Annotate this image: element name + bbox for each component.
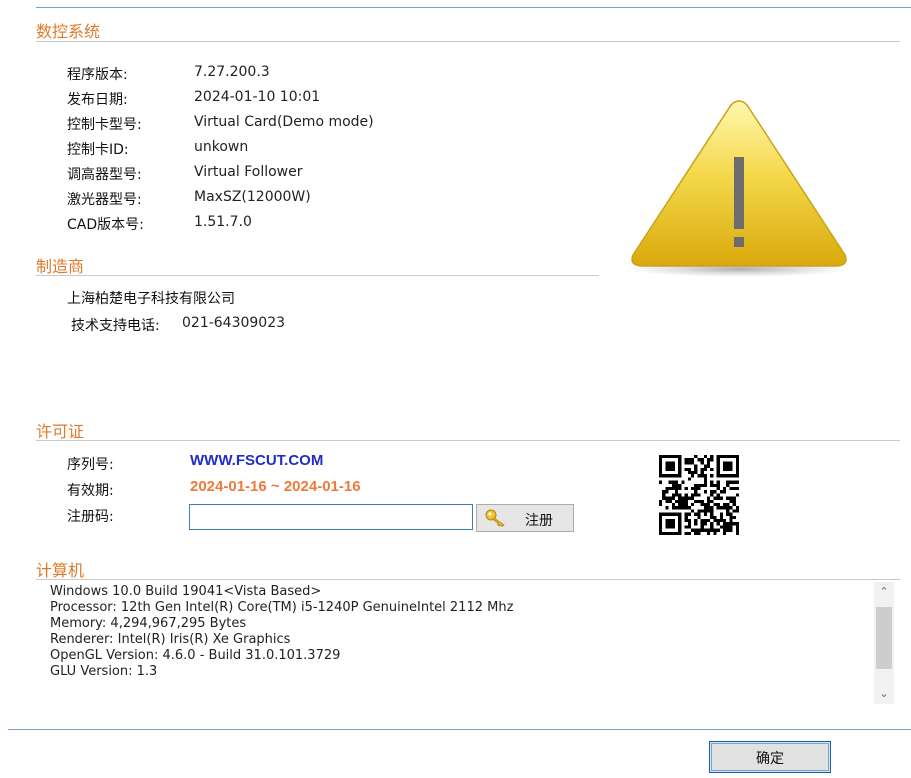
label-laser-model: 激光器型号:: [67, 192, 142, 208]
label-card-model: 控制卡型号:: [67, 117, 142, 133]
regcode-input[interactable]: [189, 504, 473, 530]
regcode-label: 注册码:: [67, 509, 114, 525]
section-rule-manufacturer: [36, 275, 599, 276]
section-title-computer: 计算机: [36, 561, 85, 580]
validity-label: 有效期:: [67, 483, 114, 499]
label-release-date: 发布日期:: [67, 92, 128, 108]
value-card-id: unkown: [194, 139, 249, 155]
chevron-up-icon[interactable]: ⌃: [874, 582, 894, 602]
support-phone: 021-64309023: [182, 315, 286, 331]
label-card-id: 控制卡ID:: [67, 142, 129, 158]
computer-info-line: Processor: 12th Gen Intel(R) Core(TM) i5…: [50, 600, 514, 615]
ok-button[interactable]: 确定: [709, 741, 831, 773]
register-button-label: 注册: [525, 513, 553, 529]
top-border: [36, 7, 911, 8]
section-rule-computer: [36, 579, 900, 580]
computer-info-line: Renderer: Intel(R) Iris(R) Xe Graphics: [50, 632, 291, 647]
value-laser-model: MaxSZ(12000W): [194, 189, 311, 205]
value-card-model: Virtual Card(Demo mode): [194, 114, 374, 130]
chevron-down-icon[interactable]: ⌄: [874, 684, 894, 704]
label-follower-model: 调高器型号:: [67, 167, 142, 183]
value-cad-version: 1.51.7.0: [194, 214, 252, 230]
section-title-license: 许可证: [36, 422, 85, 441]
section-rule-license: [36, 440, 900, 441]
computer-info-line: Windows 10.0 Build 19041<Vista Based>: [50, 584, 322, 599]
ok-button-label: 确定: [756, 751, 784, 767]
serial-label: 序列号:: [67, 457, 114, 473]
footer-divider: [8, 729, 911, 730]
value-release-date: 2024-01-10 10:01: [194, 89, 321, 105]
section-title-cnc: 数控系统: [36, 22, 101, 41]
qr-code: [659, 455, 739, 535]
serial-number: WWW.FSCUT.COM: [190, 452, 324, 469]
scrollbar-thumb[interactable]: [876, 607, 892, 669]
section-rule-cnc: [36, 41, 900, 42]
computer-info-scrollbar[interactable]: ⌃ ⌄: [874, 582, 894, 704]
warning-triangle-icon: [627, 100, 851, 277]
key-icon: [485, 509, 505, 527]
section-title-manufacturer: 制造商: [36, 257, 85, 276]
computer-info-line: OpenGL Version: 4.6.0 - Build 31.0.101.3…: [50, 648, 341, 663]
computer-info-text: Windows 10.0 Build 19041<Vista Based> Pr…: [50, 584, 870, 702]
validity-period: 2024-01-16 ~ 2024-01-16: [190, 478, 361, 495]
computer-info-line: Memory: 4,294,967,295 Bytes: [50, 616, 247, 631]
label-cad-version: CAD版本号:: [67, 217, 144, 233]
support-label: 技术支持电话:: [71, 318, 160, 334]
computer-info-line: GLU Version: 1.3: [50, 664, 158, 679]
value-program-version: 7.27.200.3: [194, 64, 270, 80]
label-program-version: 程序版本:: [67, 67, 128, 83]
manufacturer-company: 上海柏楚电子科技有限公司: [67, 291, 235, 307]
value-follower-model: Virtual Follower: [194, 164, 303, 180]
register-button[interactable]: 注册: [476, 504, 574, 532]
